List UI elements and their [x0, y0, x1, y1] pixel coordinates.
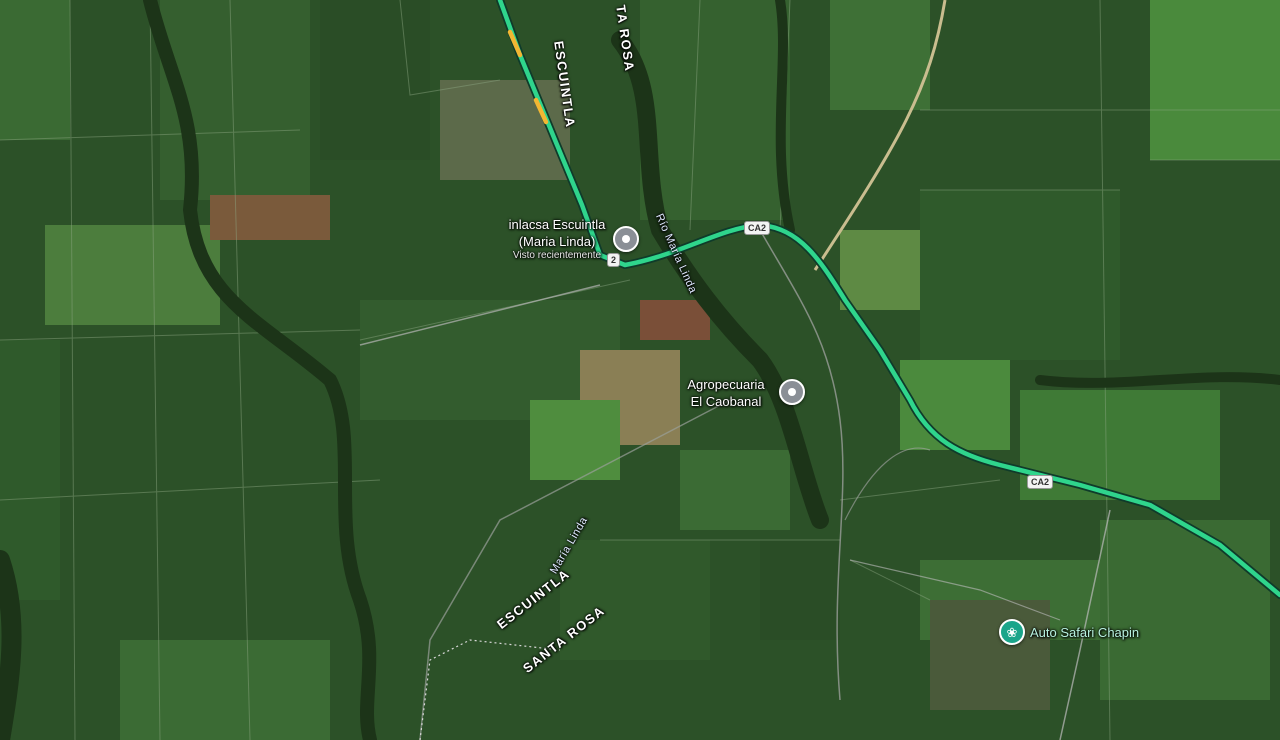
satellite-map[interactable]: ESCUINTLA TA ROSA ESCUINTLA SANTA ROSA R…: [0, 0, 1280, 740]
poi-label-inlacsa[interactable]: inlacsa Escuintla (Maria Linda) Visto re…: [489, 216, 625, 261]
poi-name: Agropecuaria: [687, 377, 765, 392]
poi-name: El Caobanal: [690, 394, 762, 409]
poi-name: inlacsa Escuintla: [508, 217, 606, 232]
poi-marker-inlacsa[interactable]: [613, 226, 639, 252]
poi-name: (Maria Linda): [518, 234, 596, 249]
paw-icon: ❀: [1006, 624, 1018, 640]
poi-marker-caobanal[interactable]: [779, 379, 805, 405]
pin-icon: [622, 235, 630, 243]
poi-label-caobanal[interactable]: Agropecuaria El Caobanal: [676, 376, 776, 410]
poi-sublabel: Visto recientemente: [512, 250, 602, 261]
poi-label-auto-safari[interactable]: Auto Safari Chapin: [1030, 624, 1139, 641]
route-shield: CA2: [744, 221, 771, 235]
route-shield: CA2: [1027, 475, 1054, 489]
pin-icon: [788, 388, 796, 396]
poi-marker-auto-safari[interactable]: ❀: [999, 619, 1025, 645]
